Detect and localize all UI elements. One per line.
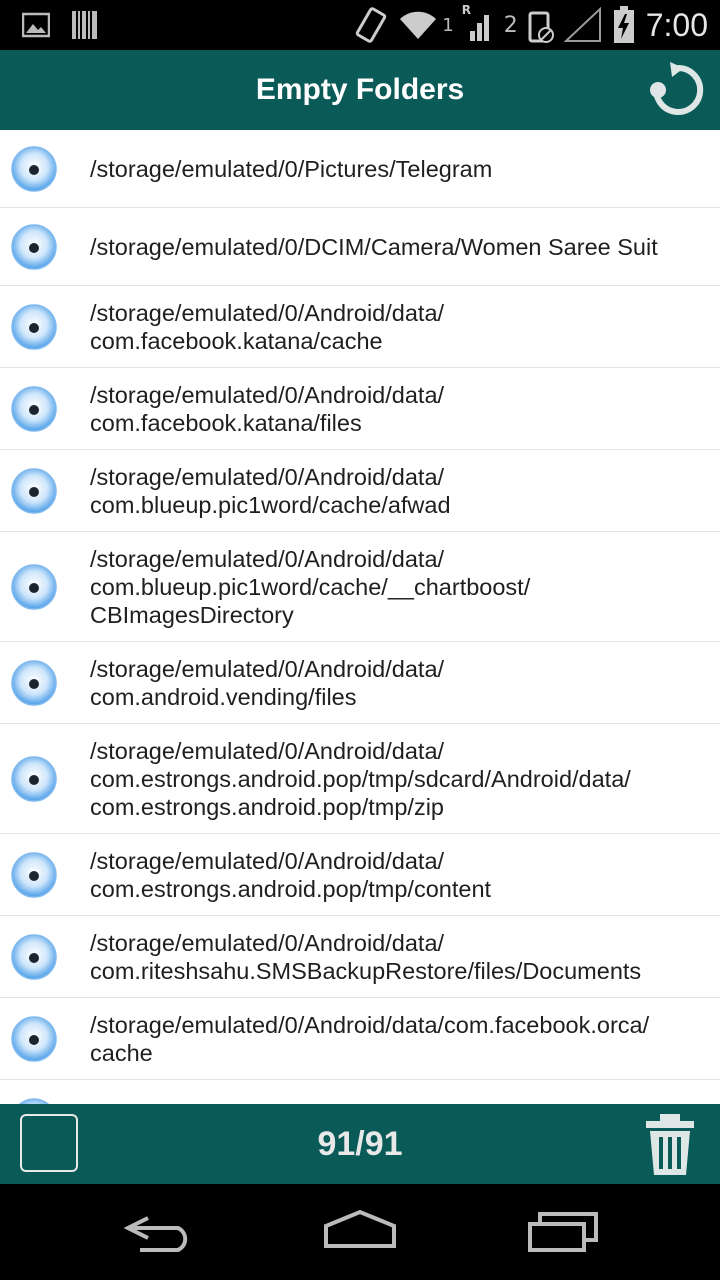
home-icon[interactable]	[320, 1206, 400, 1256]
page-title: Empty Folders	[255, 73, 465, 106]
folder-row[interactable]: /storage/emulated/0/DCIM/Camera/Women Sa…	[0, 208, 720, 286]
folder-row[interactable]: /storage/emulated/0/Android/data/ com.fa…	[0, 286, 720, 368]
folder-row[interactable]: /storage/emulated/0/Android/data/ com.es…	[0, 724, 720, 834]
radio-selected-icon[interactable]	[10, 385, 58, 433]
folder-path: /storage/emulated/0/Android/data/ com.es…	[90, 847, 492, 902]
folder-row[interactable]: /storage/emulated/0/Android/data/ com.es…	[0, 834, 720, 916]
radio-selected-icon[interactable]	[10, 1097, 58, 1105]
folder-path: /storage/emulated/0/Android/data/ com.bl…	[90, 545, 531, 628]
refresh-icon[interactable]	[648, 60, 708, 120]
folder-path: /storage/emulated/0/Android/data/ com.an…	[90, 655, 445, 710]
status-bar: 1 R 2 7:00	[0, 0, 720, 50]
sim1-label: 1	[442, 14, 454, 36]
recent-apps-icon[interactable]	[522, 1206, 602, 1256]
radio-selected-icon[interactable]	[10, 223, 58, 271]
folder-path: /storage/emulated/0/Android/data/ com.bl…	[90, 463, 451, 518]
selection-counter: 91/91	[317, 1125, 403, 1163]
clock: 7:00	[645, 6, 708, 43]
folder-row[interactable]: /storage/emulated/0/Android/data/ com.an…	[0, 642, 720, 724]
radio-selected-icon[interactable]	[10, 1015, 58, 1063]
folder-row[interactable]: /storage/emulated/0/Android/data/ com.bl…	[0, 532, 720, 642]
signal-sim1-icon: R	[462, 3, 494, 43]
radio-selected-icon[interactable]	[10, 563, 58, 611]
folder-row[interactable]: /storage/emulated/0/Android/data/ com.bl…	[0, 450, 720, 532]
battery-charging-icon	[613, 6, 634, 43]
folder-path: /storage/emulated/0/Android/data/ com.fa…	[90, 299, 445, 354]
back-icon[interactable]	[120, 1206, 200, 1256]
wifi-icon	[400, 11, 437, 39]
system-nav-bar	[0, 1184, 720, 1280]
radio-selected-icon[interactable]	[10, 755, 58, 803]
folder-path: /storage/emulated/0/Android/data/com.fac…	[90, 1011, 650, 1066]
folder-list[interactable]: /storage/emulated/0/Pictures/Telegram/st…	[0, 130, 720, 1104]
radio-selected-icon[interactable]	[10, 145, 58, 193]
app-header: Empty Folders	[0, 50, 720, 130]
sim2-label: 2	[503, 12, 518, 38]
radio-selected-icon[interactable]	[10, 851, 58, 899]
folder-path: /storage/emulated/0/Pictures/Telegram	[90, 155, 493, 182]
bottom-action-bar: 91/91	[0, 1104, 720, 1184]
vibrate-icon	[356, 7, 387, 43]
no-signal-icon	[563, 7, 601, 42]
folder-row[interactable]: /storage/emulated/0/Android/data/ com.ri…	[0, 916, 720, 998]
radio-selected-icon[interactable]	[10, 933, 58, 981]
folder-row[interactable]: /storage/emulated/0/Android/data/ com.fa…	[0, 368, 720, 450]
signal-sim2-icon	[528, 11, 554, 43]
folder-path: /storage/emulated/0/DCIM/Camera/Women Sa…	[90, 233, 658, 260]
folder-path: /storage/emulated/0/Android/data/ com.fa…	[90, 381, 445, 436]
folder-path: /storage/emulated/0/Android/data/ com.ri…	[90, 929, 642, 984]
barcode-icon	[72, 11, 97, 39]
radio-selected-icon[interactable]	[10, 467, 58, 515]
trash-icon[interactable]	[644, 1114, 696, 1176]
folder-row[interactable]: /storage/emulated/0/Android/data/com.fac…	[0, 1080, 720, 1104]
picture-icon	[22, 12, 50, 38]
folder-path: /storage/emulated/0/Android/data/ com.es…	[90, 737, 631, 820]
folder-row[interactable]: /storage/emulated/0/Android/data/com.fac…	[0, 998, 720, 1080]
radio-selected-icon[interactable]	[10, 659, 58, 707]
radio-selected-icon[interactable]	[10, 303, 58, 351]
folder-row[interactable]: /storage/emulated/0/Pictures/Telegram	[0, 130, 720, 208]
